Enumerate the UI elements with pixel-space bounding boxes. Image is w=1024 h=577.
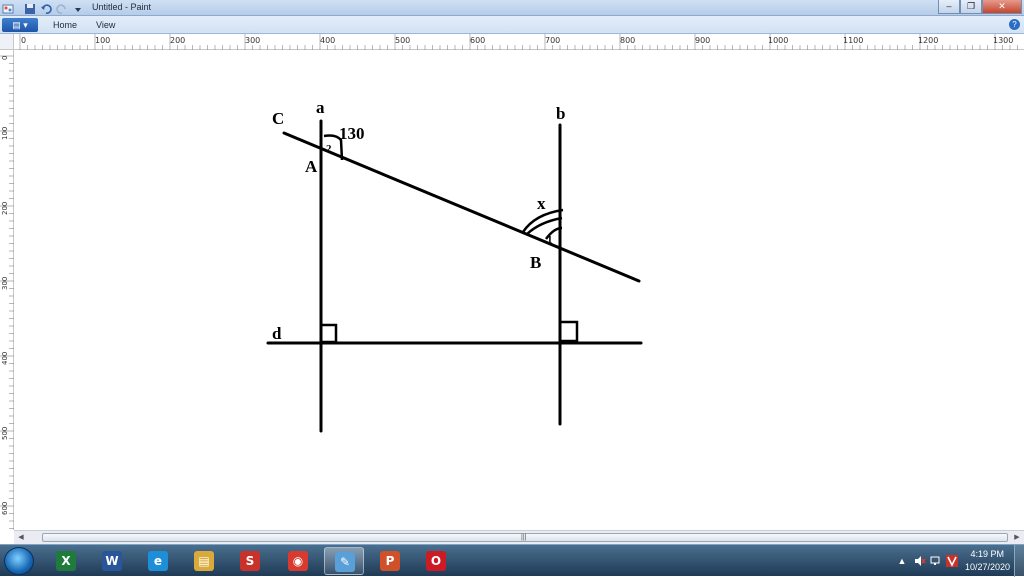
ribbon-tab-bar: ▤ ▾ Home View ? [0,16,1024,34]
internet-explorer-icon: e [148,551,168,571]
excel-icon: X [56,551,76,571]
powerpoint-icon: P [380,551,400,571]
scroll-right-icon[interactable]: ▶ [1012,533,1022,543]
word-icon: W [102,551,122,571]
ruler-label-h: 1000 [768,36,789,45]
vertical-ruler-ticks [0,55,14,529]
file-explorer-icon: ▤ [194,551,214,571]
taskbar: X We ▤ S ◉ ✎ P O ▲ 4:19 PM 10/27/2020 [0,544,1024,577]
taskbar-app-opera[interactable]: O [416,547,456,575]
horizontal-ruler-ticks [19,34,1018,50]
ruler-label-v: 200 [1,201,9,215]
volume-muted-icon[interactable] [914,555,926,567]
taskbar-app-word[interactable]: W [92,547,132,575]
line-c [282,131,641,283]
redo-icon[interactable] [56,2,68,14]
ruler-label-v: 300 [1,276,9,290]
horizontal-scrollbar[interactable]: ◀ ||| ▶ [14,530,1024,544]
help-icon[interactable]: ? [1009,19,1020,30]
label-point-b: B [530,253,541,272]
ruler-label-h: 600 [470,36,486,45]
paint-icon: ✎ [335,552,355,572]
close-button[interactable]: ✕ [982,0,1022,14]
ruler-label-h: 1200 [918,36,939,45]
ruler-label-h: 800 [620,36,636,45]
scroll-grip-icon: ||| [521,534,527,541]
ruler-label-v: 600 [1,501,9,515]
chrome-icon: ◉ [288,551,308,571]
paint-app-icon[interactable] [2,2,14,14]
taskbar-app-excel[interactable]: X [46,547,86,575]
label-line-d: d [272,324,282,343]
label-angle-1: 1 [547,234,553,246]
scroll-left-icon[interactable]: ◀ [16,533,26,543]
ruler-label-h: 0 [21,36,27,45]
network-icon[interactable] [930,555,942,567]
label-angle-2: 2 [326,143,332,155]
tab-home[interactable]: Home [53,20,77,30]
customize-quick-access-icon[interactable] [72,2,84,14]
label-line-a: a [316,98,325,117]
taskbar-app-paint[interactable]: ✎ [324,547,364,575]
taskbar-app-snagit[interactable]: S [230,547,270,575]
scroll-thumb[interactable]: ||| [42,533,1008,542]
ruler-label-v: 100 [1,126,9,140]
ruler-label-h: 700 [545,36,561,45]
clock-date[interactable]: 10/27/2020 [965,562,1010,572]
undo-icon[interactable] [40,2,52,14]
system-tray: ▲ 4:19 PM 10/27/2020 [884,545,1024,577]
right-angle-marker-b [558,320,579,343]
clock-time[interactable]: 4:19 PM [970,549,1004,559]
vertical-ruler: 0 100 200 300 400 500 600 [0,50,14,530]
label-point-a: A [305,157,318,176]
tray-expand-icon[interactable]: ▲ [896,555,908,567]
ruler-label-h: 300 [245,36,261,45]
right-angle-marker-a [319,323,338,344]
ruler-label-h: 1100 [843,36,864,45]
ruler-label-h: 100 [95,36,111,45]
maximize-button[interactable]: ❐ [960,0,982,14]
ruler-label-h: 200 [170,36,186,45]
taskbar-app-file-explorer[interactable]: ▤ [184,547,224,575]
ruler-label-v: 400 [1,351,9,365]
snagit-icon: S [240,551,260,571]
label-line-b: b [556,104,565,123]
title-bar: Untitled - Paint – ❐ ✕ [0,0,1024,16]
geometry-figure: a b C d A B 130 x 2 1 [266,98,643,433]
label-angle-130: 130 [339,124,365,143]
ruler-label-v: 0 [1,55,9,60]
taskbar-app-powerpoint[interactable]: P [370,547,410,575]
tab-view[interactable]: View [96,20,115,30]
drawing-canvas[interactable]: a b C d A B 130 x 2 1 [15,51,1024,530]
window-controls: – ❐ ✕ [938,0,1022,14]
ruler-corner [0,34,14,50]
ruler-label-h: 400 [320,36,336,45]
show-desktop-button[interactable] [1014,545,1024,577]
ruler-label-v: 500 [1,426,9,440]
minimize-button[interactable]: – [938,0,960,14]
ruler-label-h: 900 [695,36,711,45]
horizontal-ruler: 0 100 200 300 400 500 600 700 800 900 10… [14,34,1024,50]
antivirus-icon[interactable] [946,555,958,567]
save-icon[interactable] [24,2,36,14]
label-point-c: C [272,109,284,128]
window-title: Untitled - Paint [92,2,152,12]
label-angle-x: x [537,194,546,213]
paint-menu-button[interactable]: ▤ ▾ [2,18,38,32]
ruler-label-h: 500 [395,36,411,45]
taskbar-app-chrome[interactable]: ◉ [278,547,318,575]
start-button[interactable] [4,547,34,575]
taskbar-app-internet-explorer[interactable]: e [138,547,178,575]
ruler-label-h: 1300 [993,36,1014,45]
opera-icon: O [426,551,446,571]
